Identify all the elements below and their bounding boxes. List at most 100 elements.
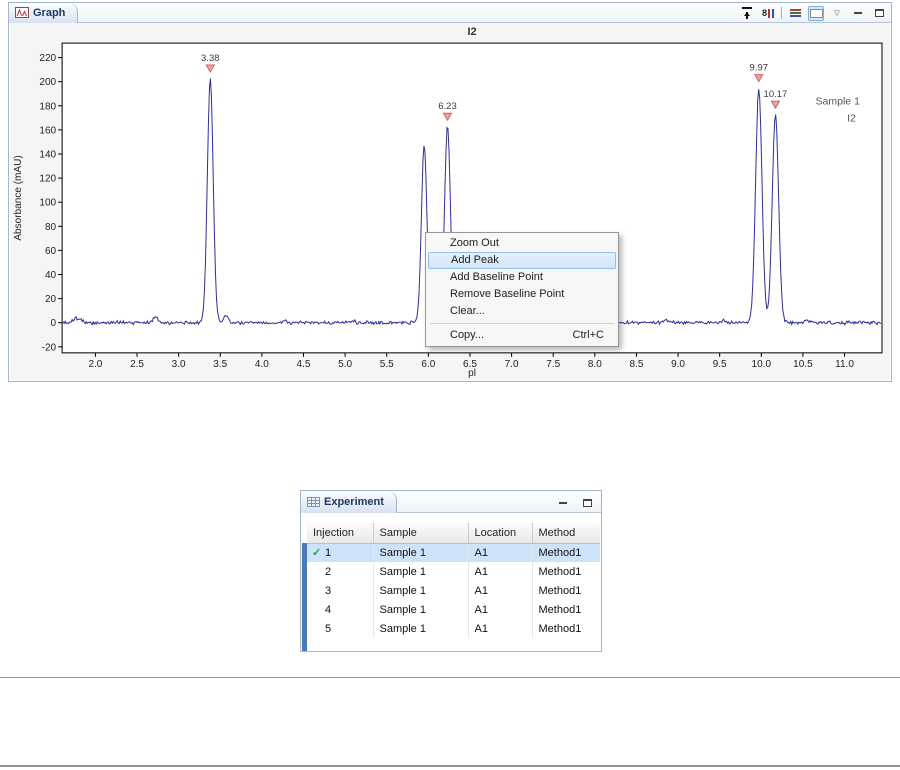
menu-item-label: Copy... <box>450 329 485 341</box>
menu-item-label: Clear... <box>450 305 485 317</box>
table-row[interactable]: 2 Sample 1 A1 Method1 <box>307 562 600 581</box>
table-cell: Sample 1 <box>373 543 469 562</box>
table-row[interactable]: ✓ 1 Sample 1 A1 Method1 <box>307 543 600 562</box>
plot-toggle-icon[interactable] <box>808 5 824 21</box>
table-cell: Method1 <box>532 619 600 638</box>
table-row[interactable]: 3 Sample 1 A1 Method1 <box>307 581 600 600</box>
table-header-row: Injection Sample Location Method <box>307 523 600 544</box>
svg-text:Absorbance (mAU): Absorbance (mAU) <box>13 155 24 240</box>
svg-text:100: 100 <box>39 198 56 209</box>
graph-toolbar: 8 ▽ <box>739 5 887 21</box>
column-header-sample[interactable]: Sample <box>373 523 469 544</box>
svg-text:6.23: 6.23 <box>438 101 457 112</box>
white-plot-box-glyph <box>809 8 823 18</box>
tab-graph[interactable]: Graph <box>9 2 79 23</box>
check-icon: ✓ <box>312 547 322 560</box>
svg-text:10.17: 10.17 <box>764 89 788 100</box>
column-header-location[interactable]: Location <box>468 523 533 544</box>
table-cell: A1 <box>468 562 533 581</box>
table-cell: Method1 <box>532 581 600 600</box>
peak-number-icon[interactable]: 8 <box>760 6 776 21</box>
minimize-bar-glyph <box>854 12 862 14</box>
table-row[interactable]: 5 Sample 1 A1 Method1 <box>307 619 600 638</box>
context-menu: Zoom Out Add Peak Add Baseline Point Rem… <box>425 232 619 347</box>
maximize-icon[interactable] <box>579 495 595 510</box>
table-cell: A1 <box>468 619 533 638</box>
graph-tab-icon <box>15 7 29 18</box>
svg-text:10.5: 10.5 <box>793 359 813 370</box>
digit-8-glyph: 8 <box>761 8 767 18</box>
table-cell: Sample 1 <box>373 562 469 581</box>
svg-text:0: 0 <box>51 318 57 329</box>
menu-item-add-peak[interactable]: Add Peak <box>428 252 616 269</box>
table-cell: 3 <box>307 581 374 600</box>
horizontal-rule <box>0 765 900 767</box>
svg-text:120: 120 <box>39 174 56 185</box>
maximize-box-glyph <box>582 498 592 507</box>
svg-text:60: 60 <box>45 246 57 257</box>
three-lines-glyph <box>789 8 801 18</box>
svg-text:3.38: 3.38 <box>201 53 220 64</box>
chart-region: 2.0 2.5 3.0 3.5 4.0 4.5 5.0 5.5 6.0 6.5 7.0 7.5 8.0 8… <box>10 23 890 380</box>
horizontal-rule <box>0 677 900 678</box>
table-cell: Sample 1 <box>373 581 469 600</box>
svg-text:7.0: 7.0 <box>505 359 519 370</box>
tab-experiment[interactable]: Experiment <box>301 490 397 513</box>
maximize-icon[interactable] <box>871 6 887 21</box>
table-cell: Method1 <box>532 543 600 562</box>
menu-item-shortcut: Ctrl+C <box>572 329 604 341</box>
table-row[interactable]: 4 Sample 1 A1 Method1 <box>307 600 600 619</box>
svg-text:160: 160 <box>39 125 56 136</box>
table-grid-icon <box>307 496 320 507</box>
svg-text:140: 140 <box>39 149 56 160</box>
menu-separator <box>430 323 614 324</box>
table-cell: 4 <box>307 600 374 619</box>
svg-text:8.5: 8.5 <box>629 359 643 370</box>
experiment-window-controls <box>555 495 595 510</box>
toolbar-separator <box>781 7 782 19</box>
table-cell: 5 <box>307 619 374 638</box>
experiment-panel: Experiment Injection Sample Location Met… <box>300 490 602 652</box>
svg-text:9.0: 9.0 <box>671 359 685 370</box>
graph-panel: Graph 8 ▽ 2.0 2.5 3.0 3.5 4.0 4.5 5.0 5.5 6.0 6.5… <box>8 2 892 382</box>
curve-list-icon[interactable] <box>787 6 803 21</box>
scale-to-fit-icon[interactable] <box>739 6 755 21</box>
svg-text:5.0: 5.0 <box>338 359 352 370</box>
svg-text:3.5: 3.5 <box>213 359 227 370</box>
table-cell: Method1 <box>532 600 600 619</box>
svg-text:4.5: 4.5 <box>297 359 311 370</box>
minimize-icon[interactable] <box>850 6 866 21</box>
table-cell: Sample 1 <box>373 619 469 638</box>
table-cell: 2 <box>307 562 374 581</box>
view-menu-icon[interactable]: ▽ <box>829 6 845 21</box>
svg-text:8.0: 8.0 <box>588 359 602 370</box>
menu-item-remove-baseline-point[interactable]: Remove Baseline Point <box>428 286 616 303</box>
table-cell: Method1 <box>532 562 600 581</box>
svg-text:180: 180 <box>39 101 56 112</box>
column-header-injection[interactable]: Injection <box>307 523 374 544</box>
graph-tab-label: Graph <box>33 6 66 19</box>
svg-text:6.0: 6.0 <box>421 359 435 370</box>
svg-text:I2: I2 <box>467 26 476 38</box>
svg-text:11.0: 11.0 <box>835 359 854 370</box>
experiment-tab-label: Experiment <box>324 495 384 508</box>
menu-item-add-baseline-point[interactable]: Add Baseline Point <box>428 269 616 286</box>
table-cell: Sample 1 <box>373 600 469 619</box>
menu-item-zoom-out[interactable]: Zoom Out <box>428 235 616 252</box>
column-header-method[interactable]: Method <box>532 523 600 544</box>
minimize-bar-glyph <box>559 501 567 504</box>
minimize-icon[interactable] <box>555 495 571 510</box>
table-cell: A1 <box>468 581 533 600</box>
peak-bars-glyph <box>768 8 774 18</box>
table-cell: A1 <box>468 600 533 619</box>
svg-text:220: 220 <box>39 53 56 64</box>
experiment-table: Injection Sample Location Method ✓ 1 Samp… <box>307 523 600 638</box>
svg-text:Sample 1: Sample 1 <box>816 96 861 108</box>
svg-text:2.5: 2.5 <box>130 359 144 370</box>
menu-item-copy[interactable]: Copy... Ctrl+C <box>428 327 616 344</box>
svg-text:2.0: 2.0 <box>88 359 102 370</box>
svg-text:10.0: 10.0 <box>752 359 772 370</box>
svg-text:200: 200 <box>39 77 56 88</box>
menu-item-clear[interactable]: Clear... <box>428 303 616 320</box>
svg-text:4.0: 4.0 <box>255 359 269 370</box>
